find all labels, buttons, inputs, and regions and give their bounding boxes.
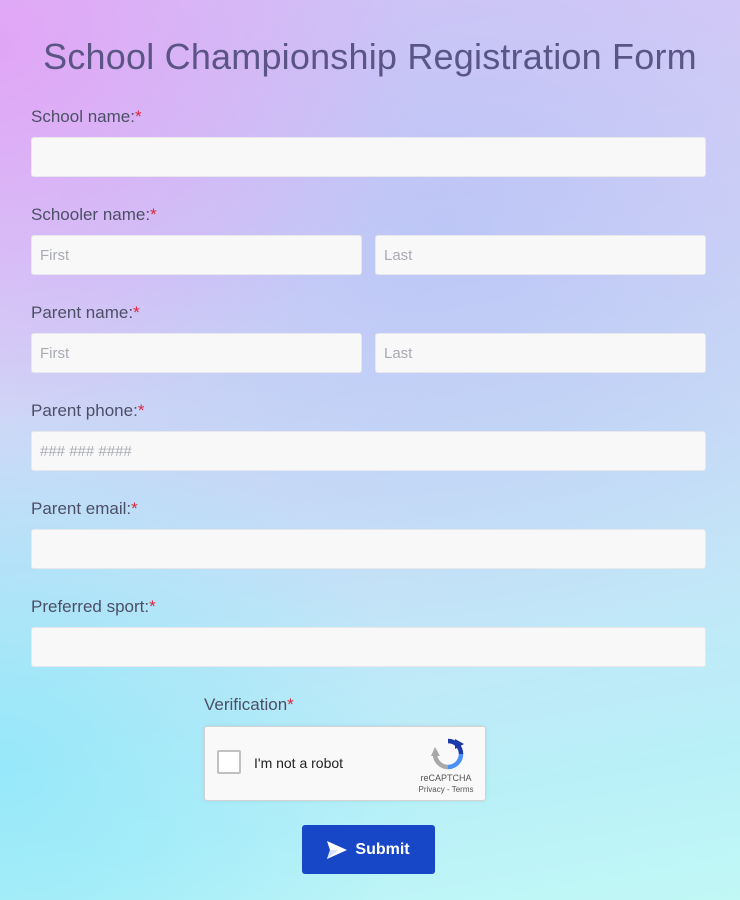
submit-button[interactable]: Submit — [302, 825, 435, 874]
recaptcha-widget: I'm not a robot reCAPTCHA Privacy - Term… — [204, 726, 486, 801]
recaptcha-checkbox-label: I'm not a robot — [254, 755, 344, 771]
form-title: School Championship Registration Form — [43, 36, 697, 77]
parent-name-label: Parent name:* — [31, 303, 140, 322]
school-name-label: School name:* — [31, 107, 142, 126]
send-icon — [327, 840, 348, 859]
submit-label: Submit — [355, 840, 410, 858]
schooler-name-label: Schooler name:* — [31, 205, 157, 224]
parent-email-input[interactable] — [31, 529, 706, 569]
recaptcha-brand: reCAPTCHA — [420, 773, 472, 783]
required-mark: * — [150, 205, 157, 224]
recaptcha-icon — [431, 738, 464, 770]
schooler-last-name-input[interactable] — [375, 235, 706, 275]
parent-last-name-input[interactable] — [375, 333, 706, 373]
required-mark: * — [149, 597, 156, 616]
parent-phone-label: Parent phone:* — [31, 401, 145, 420]
preferred-sport-input[interactable] — [31, 627, 706, 667]
parent-email-label: Parent email:* — [31, 499, 138, 518]
parent-first-name-input[interactable] — [31, 333, 362, 373]
school-name-input[interactable] — [31, 137, 706, 177]
required-mark: * — [133, 303, 140, 322]
parent-phone-input[interactable] — [31, 431, 706, 471]
required-mark: * — [287, 695, 294, 714]
required-mark: * — [134, 107, 142, 126]
recaptcha-privacy-terms-link[interactable]: Privacy - Terms — [413, 785, 479, 794]
required-mark: * — [137, 401, 145, 420]
schooler-first-name-input[interactable] — [31, 235, 362, 275]
recaptcha-checkbox[interactable] — [217, 750, 241, 774]
verification-label: Verification* — [204, 695, 294, 714]
preferred-sport-label: Preferred sport:* — [31, 597, 156, 616]
required-mark: * — [131, 499, 138, 518]
